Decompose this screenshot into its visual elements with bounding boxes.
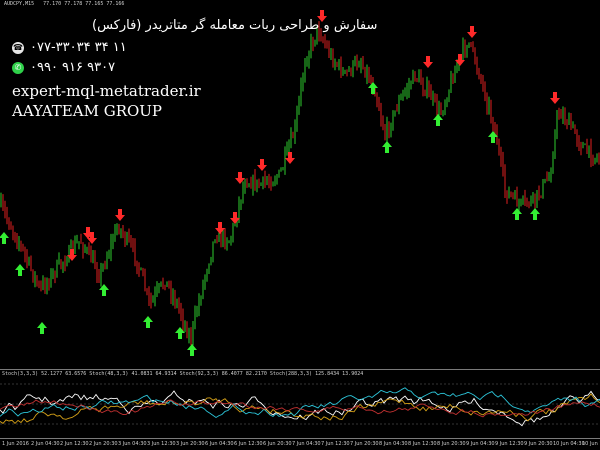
time-label: 10 Jun 12:30 xyxy=(582,441,600,447)
whatsapp-number: ۰۹۹۰ ۹۱۶ ۹۳۰۷ xyxy=(30,60,116,75)
phone-row: ☎ ۰۷۷-۳۳۰۳۴ ۳۴ ۱۱ xyxy=(12,40,127,55)
sell-arrow-icon xyxy=(467,26,477,38)
time-label: 2 Jun 12:30 xyxy=(60,441,89,447)
buy-arrow-icon xyxy=(433,114,443,126)
phone-number: ۰۷۷-۳۳۰۳۴ ۳۴ ۱۱ xyxy=(30,40,127,55)
buy-arrow-icon xyxy=(530,208,540,220)
price-candles xyxy=(0,10,600,356)
website-text: expert-mql-metatrader.ir xyxy=(12,82,201,100)
time-axis: 1 Jun 2016 2 Jun 04:30 2 Jun 12:30 2 Jun 20… xyxy=(0,438,600,450)
osc-line xyxy=(0,399,600,418)
chart-header: AUDCPY,M15 77.170 77.178 77.165 77.166 xyxy=(4,1,125,7)
time-label: 9 Jun 20:30 xyxy=(524,441,553,447)
time-label: 3 Jun 04:30 xyxy=(118,441,147,447)
oscillator-lines xyxy=(0,383,600,427)
buy-arrow-icon xyxy=(382,141,392,153)
time-label: 1 Jun 2016 xyxy=(2,441,29,447)
buy-arrow-icon xyxy=(187,344,197,356)
phone-icon: ☎ xyxy=(12,41,24,54)
promo-title: سفارش و طراحی ربات معامله گر متاتریدر (ف… xyxy=(92,18,378,33)
time-label: 9 Jun 04:30 xyxy=(466,441,495,447)
buy-arrow-icon xyxy=(143,316,153,328)
group-name: AAYATEAM GROUP xyxy=(12,102,163,120)
time-label: 6 Jun 12:30 xyxy=(234,441,263,447)
price-chart[interactable] xyxy=(0,0,600,370)
oscillator-header: Stoch(3,3,3) 52.1277 63.6576 Stoch(48,3,… xyxy=(2,371,364,377)
time-label: 3 Jun 20:30 xyxy=(176,441,205,447)
sell-arrow-icon xyxy=(257,159,267,171)
whatsapp-row: ✆ ۰۹۹۰ ۹۱۶ ۹۳۰۷ xyxy=(12,60,115,75)
time-label: 3 Jun 12:30 xyxy=(147,441,176,447)
buy-arrow-icon xyxy=(512,208,522,220)
sell-arrow-icon xyxy=(423,56,433,68)
time-label: 6 Jun 20:30 xyxy=(263,441,292,447)
time-label: 2 Jun 20:30 xyxy=(89,441,118,447)
osc-line xyxy=(0,390,600,427)
buy-arrow-icon xyxy=(15,264,25,276)
whatsapp-icon: ✆ xyxy=(12,61,24,74)
time-label: 6 Jun 04:30 xyxy=(205,441,234,447)
time-label: 8 Jun 04:30 xyxy=(379,441,408,447)
time-label: 10 Jun 04:30 xyxy=(553,441,585,447)
sell-arrow-icon xyxy=(550,92,560,104)
buy-arrow-icon xyxy=(0,232,9,244)
sell-arrow-icon xyxy=(115,209,125,221)
time-label: 7 Jun 12:30 xyxy=(321,441,350,447)
time-label: 9 Jun 12:30 xyxy=(495,441,524,447)
buy-arrow-icon xyxy=(37,322,47,334)
time-label: 8 Jun 20:30 xyxy=(437,441,466,447)
time-label: 8 Jun 12:30 xyxy=(408,441,437,447)
time-label: 7 Jun 20:30 xyxy=(350,441,379,447)
time-label: 2 Jun 04:30 xyxy=(31,441,60,447)
time-label: 7 Jun 04:30 xyxy=(292,441,321,447)
osc-line xyxy=(0,387,600,419)
